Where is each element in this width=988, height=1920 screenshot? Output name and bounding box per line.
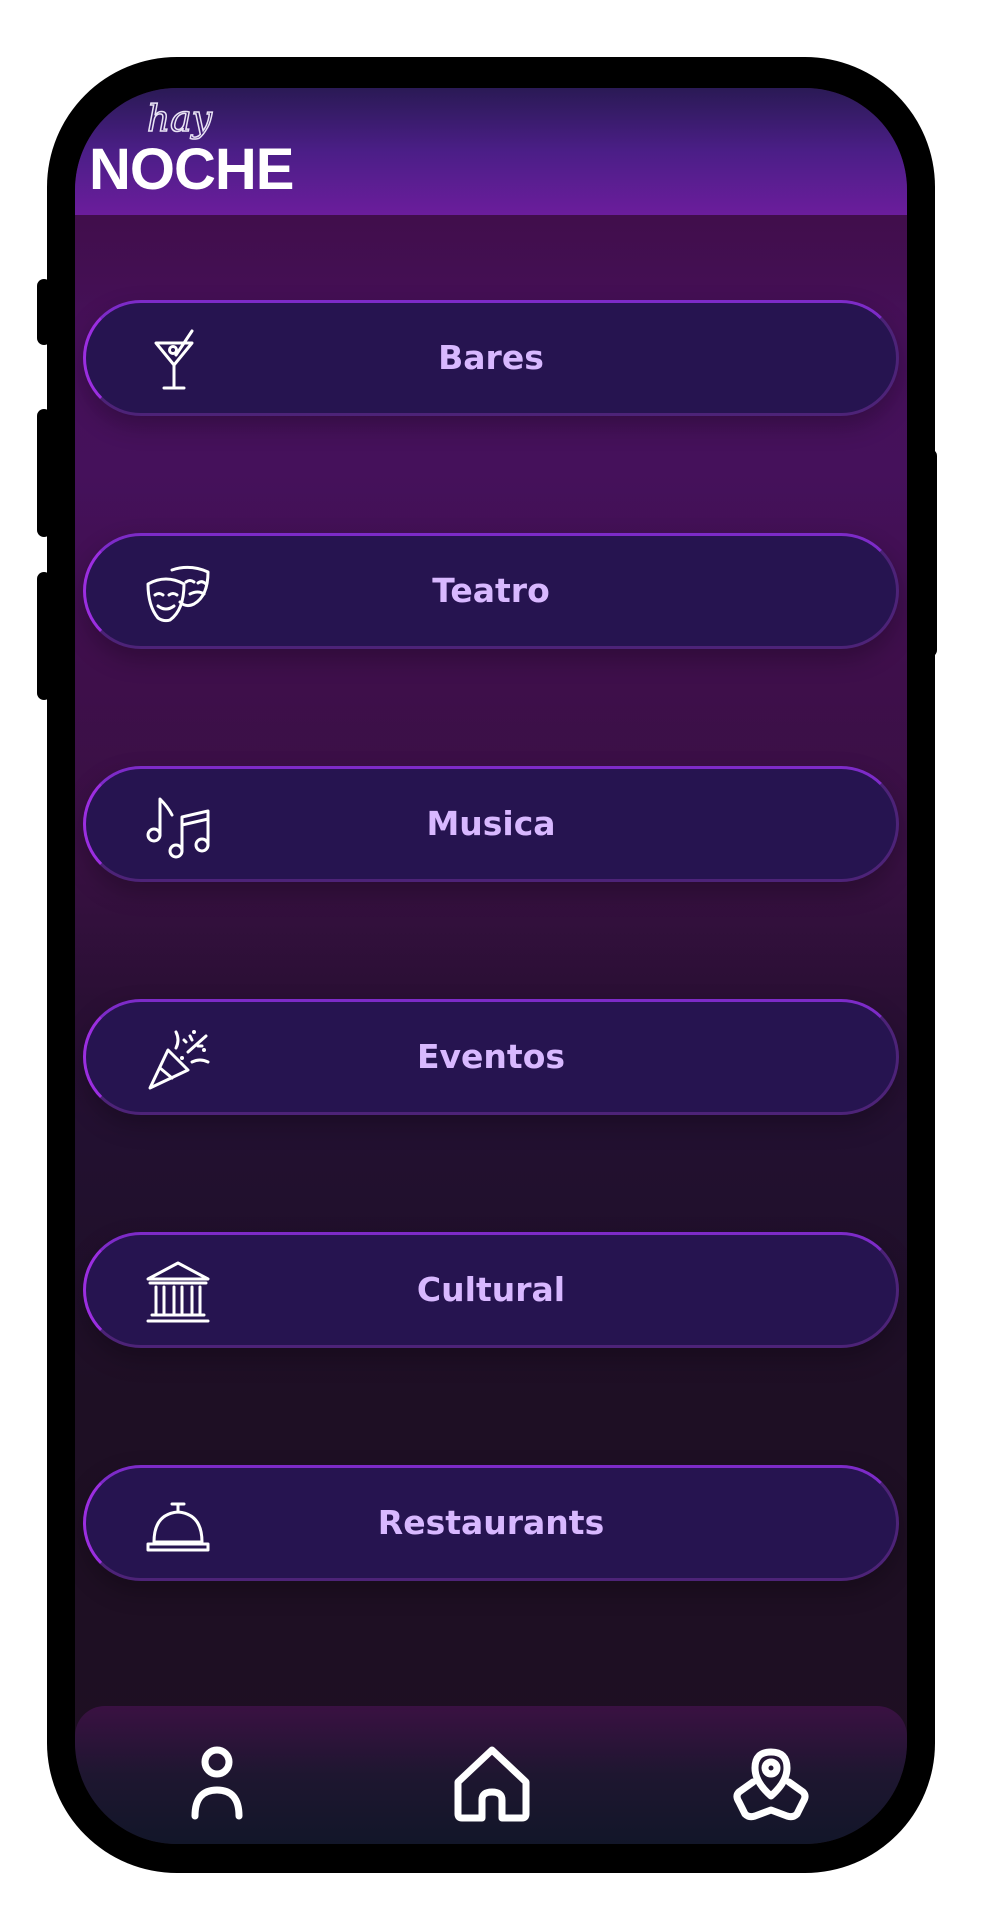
app-screen: hay NOCHE Bares Teatro Musica Eventos Cu… [75,88,907,1844]
service-bell-icon [146,1502,210,1552]
bottom-nav-bar [75,1706,907,1844]
category-bares-button[interactable]: Bares [83,300,899,416]
museum-icon [146,1261,210,1323]
category-restaurants-button[interactable]: Restaurants [83,1465,899,1581]
power-button [923,449,937,657]
mute-switch [37,279,51,345]
home-nav-button[interactable] [452,1742,532,1822]
category-eventos-button[interactable]: Eventos [83,999,899,1115]
map-nav-button[interactable] [731,1742,811,1822]
user-icon [191,1746,243,1820]
svg-text:NOCHE: NOCHE [89,137,293,202]
party-popper-icon [148,1030,210,1090]
map-pin-icon [733,1748,809,1821]
app-logo: hay NOCHE [89,98,294,202]
svg-text:hay: hay [147,99,213,140]
profile-nav-button[interactable] [177,1742,257,1822]
home-icon [454,1746,530,1822]
volume-up-button [37,409,51,537]
category-teatro-button[interactable]: Teatro [83,533,899,649]
category-musica-button[interactable]: Musica [83,766,899,882]
phone-frame: hay NOCHE Bares Teatro Musica Eventos Cu… [37,57,937,1873]
cocktail-icon [154,329,194,390]
app-header: hay NOCHE [75,88,907,215]
music-notes-icon [146,797,210,859]
volume-down-button [37,572,51,700]
theater-masks-icon [146,565,210,623]
category-cultural-button[interactable]: Cultural [83,1232,899,1348]
